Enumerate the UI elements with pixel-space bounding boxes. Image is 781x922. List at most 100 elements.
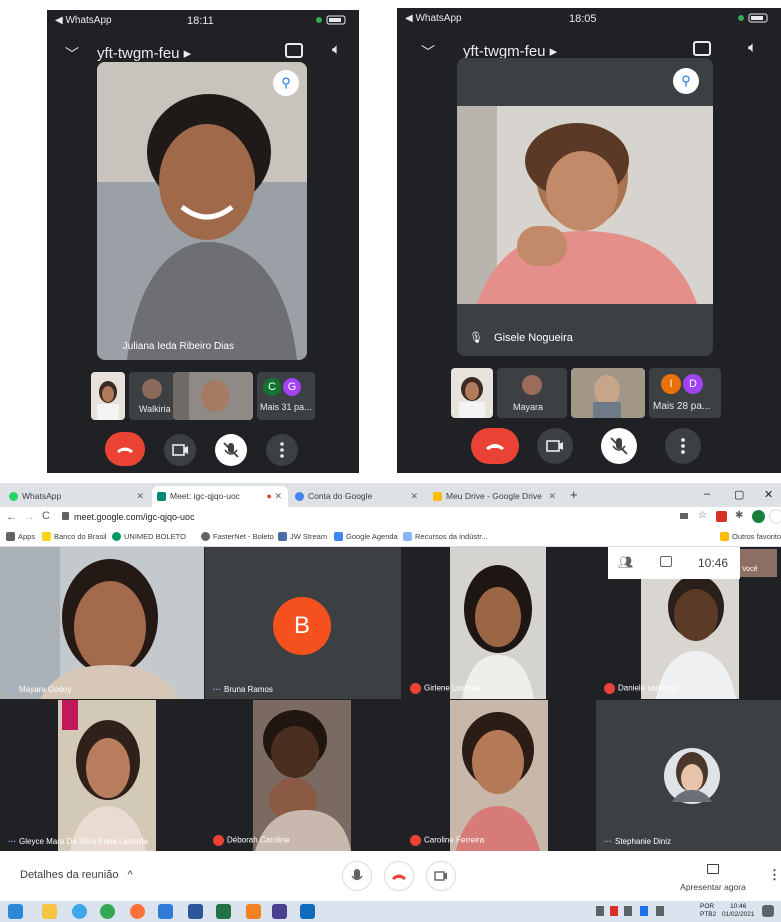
bookmark-item[interactable]: JW Stream <box>278 532 327 541</box>
people-icon[interactable]: 👥︎ <box>618 555 633 569</box>
camera-button[interactable] <box>426 861 456 891</box>
notifications-icon[interactable] <box>762 905 774 917</box>
switch-camera-icon[interactable] <box>693 41 711 56</box>
bookmark-item[interactable]: FasterNet - Boleto <box>201 532 274 541</box>
mute-button[interactable] <box>215 434 247 466</box>
bookmark-item[interactable]: Recursos da indústr... <box>403 532 488 541</box>
close-window-button[interactable]: ✕ <box>764 488 773 501</box>
carrier-label: ◀ WhatsApp <box>405 13 462 24</box>
end-call-button[interactable] <box>105 432 145 466</box>
thumb-participant[interactable]: Walkiria <box>129 372 175 420</box>
bookmark-item[interactable]: Apps <box>6 532 35 541</box>
tab-google-drive[interactable]: Meu Drive - Google Drive ✕ <box>428 486 564 507</box>
participant-tile[interactable]: ··· Gleyce Mara Da Silva Faria Lacerda <box>0 700 204 851</box>
more-options-icon[interactable]: ⋮ <box>768 867 781 883</box>
thumb-more-participants[interactable]: I D Mais 28 pa... <box>649 368 721 418</box>
mail-icon[interactable] <box>300 904 315 919</box>
present-icon <box>707 864 719 874</box>
participant-tile[interactable]: Girlene Lustosa <box>402 547 595 699</box>
thumb-self[interactable] <box>451 368 493 418</box>
bookmark-item[interactable]: UNIMED BOLETO <box>112 532 186 541</box>
close-tab-icon[interactable]: ✕ <box>410 491 418 502</box>
thumb-self[interactable] <box>91 372 125 420</box>
thumb-more-participants[interactable]: C G Mais 31 pa... <box>257 372 315 420</box>
tab-whatsapp[interactable]: WhatsApp ✕ <box>4 486 152 507</box>
end-call-button[interactable] <box>384 861 414 891</box>
tab-label: Conta do Google <box>308 491 373 501</box>
mic-button[interactable] <box>342 861 372 891</box>
profile-icon[interactable] <box>752 510 765 523</box>
camera-button[interactable] <box>164 434 196 466</box>
tab-meet[interactable]: Meet: igc-qjqo-uoc ● ✕ <box>152 486 288 507</box>
present-now-button[interactable]: Apresentar agora <box>680 861 746 893</box>
chat-icon[interactable] <box>660 556 672 567</box>
bookmark-label: JW Stream <box>290 532 328 541</box>
close-tab-icon[interactable]: ● ✕ <box>267 491 282 502</box>
star-icon[interactable]: ☆ <box>698 510 707 521</box>
participant-tile[interactable]: ··· Stephanie Diniz <box>596 700 781 851</box>
meeting-details-button[interactable]: Detalhes da reunião ^ <box>20 869 133 881</box>
bookmark-label: Recursos da indústr... <box>415 532 488 541</box>
participant-tile[interactable]: Déborah Caroline <box>205 700 401 851</box>
speaker-icon[interactable]: 🔈︎ <box>332 41 341 58</box>
participant-tile[interactable]: B ··· Bruna Ramos <box>205 547 401 699</box>
switch-camera-icon[interactable] <box>285 43 303 58</box>
taskbar-clock[interactable]: 10:46 01/02/2021 <box>722 903 755 919</box>
meeting-code[interactable]: yft-twgm-feu ▸ <box>97 44 191 62</box>
more-options-button[interactable] <box>665 428 701 464</box>
ie-icon[interactable] <box>72 904 87 919</box>
back-icon[interactable]: ← <box>6 511 17 523</box>
vlc-icon[interactable] <box>246 904 261 919</box>
bookmark-label: Apps <box>18 532 36 541</box>
app-icon[interactable] <box>158 904 173 919</box>
thumb-participant[interactable] <box>571 368 645 418</box>
mute-button[interactable] <box>601 428 637 464</box>
meet-grid: ··· Mayara Godoy B ··· Bruna Ramos Girlene… <box>0 547 781 851</box>
tray-icons <box>596 906 676 916</box>
thumb-participant[interactable]: Mayara <box>497 368 567 418</box>
word-icon[interactable] <box>188 904 203 919</box>
participant-tile[interactable]: ··· Mayara Godoy <box>0 547 204 699</box>
new-tab-button[interactable]: + <box>570 487 578 502</box>
close-tab-icon[interactable]: ✕ <box>136 491 144 502</box>
pin-icon[interactable]: ⚲ <box>673 68 699 94</box>
close-tab-icon[interactable]: ✕ <box>548 491 556 502</box>
speaker-icon[interactable]: 🔈︎ <box>748 39 757 56</box>
participant-tile[interactable]: Caroline Ferreira <box>402 700 595 851</box>
chevron-down-icon[interactable]: ﹀ <box>421 42 435 62</box>
chrome-icon[interactable] <box>100 904 115 919</box>
chevron-down-icon[interactable]: ﹀ <box>65 44 79 64</box>
minimize-button[interactable]: – <box>704 488 710 500</box>
url-field[interactable]: meet.google.com/igc-qjqo-uoc <box>74 510 674 526</box>
jw-icon <box>278 532 287 541</box>
more-options-button[interactable] <box>266 434 298 466</box>
bookmark-item[interactable]: Google Agenda <box>334 532 398 541</box>
forward-icon[interactable]: → <box>24 511 35 523</box>
thumb-participant[interactable] <box>173 372 253 420</box>
menu-icon[interactable] <box>769 509 781 524</box>
bookmark-item[interactable]: Banco do Brasil <box>42 532 107 541</box>
end-call-button[interactable] <box>471 428 519 464</box>
participant-name: ··· Mayara Godoy <box>8 685 72 694</box>
tab-google-account[interactable]: Conta do Google ✕ <box>290 486 426 507</box>
pin-icon[interactable]: ⚲ <box>273 70 299 96</box>
other-bookmarks[interactable]: Outros favoritos <box>720 532 781 541</box>
status-bar: ◀ WhatsApp 18:11 <box>47 10 359 32</box>
extensions-icon[interactable]: ✱ <box>735 510 743 521</box>
folder-icon <box>720 532 729 541</box>
reload-icon[interactable]: C <box>42 510 50 522</box>
firefox-icon[interactable] <box>130 904 145 919</box>
language-indicator[interactable]: POR PTB2 <box>700 903 716 919</box>
windows-start-icon[interactable] <box>8 904 23 919</box>
participant-video <box>253 700 351 851</box>
jw-library-icon[interactable] <box>272 904 287 919</box>
self-view[interactable]: Você <box>739 549 777 577</box>
camera-button[interactable] <box>537 428 573 464</box>
maximize-button[interactable]: ▢ <box>734 488 744 501</box>
file-explorer-icon[interactable] <box>42 904 57 919</box>
pdf-extension-icon[interactable] <box>716 511 727 522</box>
avatar: G <box>283 378 301 396</box>
excel-icon[interactable] <box>216 904 231 919</box>
participant-name: ··· Gleyce Mara Da Silva Faria Lacerda <box>8 837 148 846</box>
camera-icon <box>546 440 563 452</box>
